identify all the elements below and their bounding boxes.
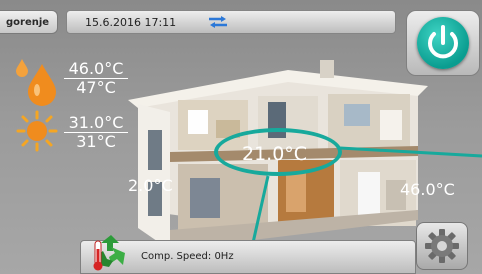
- outdoor-readout[interactable]: 31.0°C 31°C: [64, 114, 128, 151]
- outdoor-set-temp: 31.0°C: [64, 114, 128, 133]
- room-temp[interactable]: 21.0°C: [242, 143, 307, 165]
- dhw-readout[interactable]: 46.0°C 47°C: [64, 60, 128, 97]
- sun-icon: [16, 110, 58, 152]
- status-bar: Comp. Speed: 0Hz: [80, 235, 416, 274]
- outdoor-actual-temp: 31°C: [76, 132, 116, 151]
- settings-button[interactable]: [416, 222, 468, 270]
- gear-icon: [425, 229, 459, 263]
- header: gorenje 15.6.2016 17:11: [0, 8, 482, 76]
- dhw-actual-temp: 47°C: [76, 78, 116, 97]
- recycle-thermometer-icon: [93, 235, 125, 271]
- left-zone-temp[interactable]: 2.0°C: [128, 176, 173, 195]
- compressor-speed: Comp. Speed: 0Hz: [141, 251, 234, 262]
- brand-logo: gorenje: [0, 10, 58, 34]
- water-drop-icon: [28, 64, 56, 106]
- datetime: 15.6.2016 17:11: [85, 16, 177, 29]
- datetime-bar: 15.6.2016 17:11: [66, 10, 396, 34]
- dhw-set-temp: 46.0°C: [64, 60, 128, 79]
- heat-pump-screen: gorenje 15.6.2016 17:11 46.0°C 47°C 31.0…: [0, 0, 482, 274]
- right-zone-temp[interactable]: 46.0°C: [400, 180, 455, 199]
- swap-arrows-icon[interactable]: [207, 15, 229, 29]
